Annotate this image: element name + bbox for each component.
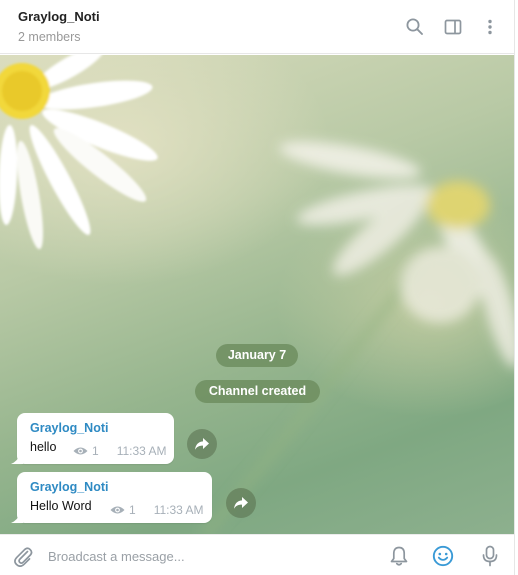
bell-icon [390, 546, 408, 566]
forward-button[interactable] [187, 429, 217, 459]
forward-arrow-icon [234, 497, 248, 509]
message-input[interactable] [48, 543, 368, 569]
chat-title[interactable]: Graylog_Noti [18, 9, 100, 24]
date-separator: January 7 [216, 344, 298, 367]
message-meta: 1 11:33 AM [73, 444, 167, 458]
message-bubble[interactable]: Graylog_Noti Hello Word 1 11:33 AM [11, 472, 212, 523]
views-eye-icon [110, 506, 125, 514]
message-meta: 1 11:33 AM [110, 503, 204, 517]
message-time: 11:33 AM [116, 444, 167, 458]
search-icon [406, 18, 423, 35]
attach-button[interactable] [11, 544, 35, 568]
bubble-tail [11, 513, 23, 523]
sidebar-toggle-button[interactable] [440, 14, 466, 40]
more-vertical-icon [488, 19, 492, 35]
message-author[interactable]: Graylog_Noti [30, 480, 109, 494]
views-eye-icon [73, 447, 88, 455]
emoji-icon [432, 545, 454, 567]
sidebar-toggle-icon [444, 19, 462, 35]
chat-background: January 7 Channel created Graylog_Noti h… [0, 55, 514, 534]
window-edge [514, 0, 518, 575]
chat-header: Graylog_Noti 2 members [0, 0, 514, 54]
message-author[interactable]: Graylog_Noti [30, 421, 109, 435]
views-count: 1 [129, 503, 136, 517]
message-bubble[interactable]: Graylog_Noti hello 1 11:33 AM [11, 413, 174, 464]
emoji-button[interactable] [431, 544, 455, 568]
notifications-button[interactable] [387, 544, 411, 568]
paperclip-icon [14, 547, 33, 567]
forward-arrow-icon [195, 438, 209, 450]
voice-record-button[interactable] [478, 544, 502, 568]
message-text: Hello Word [30, 499, 92, 513]
member-count[interactable]: 2 members [18, 30, 81, 44]
search-button[interactable] [402, 14, 428, 40]
forward-button[interactable] [226, 488, 256, 518]
bubble-tail [11, 454, 23, 464]
message-text: hello [30, 440, 57, 454]
microphone-icon [482, 545, 498, 567]
message-time: 11:33 AM [153, 503, 204, 517]
message-composer [0, 534, 514, 575]
more-menu-button[interactable] [477, 14, 503, 40]
channel-created-notice: Channel created [195, 380, 320, 403]
views-count: 1 [92, 444, 99, 458]
